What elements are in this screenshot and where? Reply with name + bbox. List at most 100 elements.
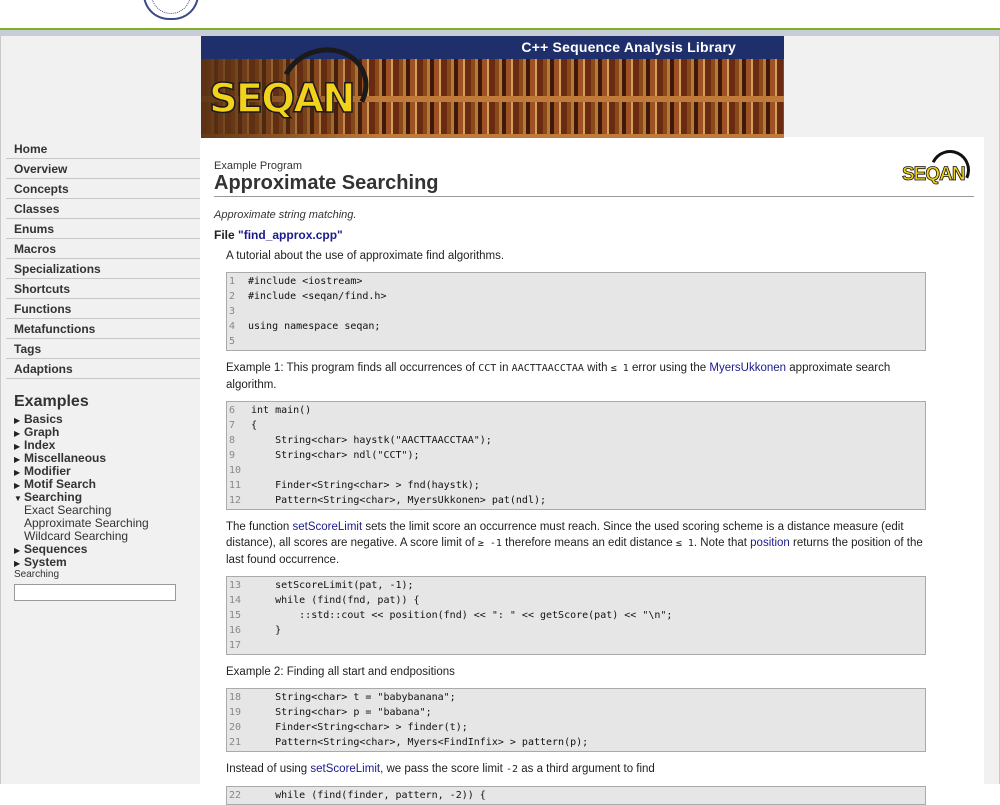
line-number: 19 [229, 707, 242, 718]
sidebar-item-classes[interactable]: Classes [6, 200, 200, 219]
code-text: while (find(fnd, pat)) { [251, 595, 420, 606]
code-block: 1 #include <iostream> 2 #include <seqan/fin… [226, 272, 926, 351]
code-text: Finder<String<char> > finder(t); [251, 722, 468, 733]
example-category-system[interactable]: ▶ System [14, 556, 200, 569]
examples-heading: Examples [14, 393, 89, 410]
sidebar-item-home[interactable]: Home [6, 140, 200, 159]
code-line: 8 String<char> haystk("AACTTAACCTAA"); [227, 433, 925, 448]
example-category-label: Graph [24, 425, 60, 439]
file-link[interactable]: "find_approx.cpp" [238, 228, 343, 242]
example-category-label: Index [24, 438, 56, 452]
line-number: 18 [229, 692, 242, 703]
page-kicker: Example Program [214, 160, 303, 172]
example-category-label: Sequences [24, 542, 88, 556]
example-category-label: Basics [24, 412, 63, 426]
line-number: 2 [229, 291, 236, 302]
code-block: 6 int main() 7{8 String<char> haystk("AACT… [226, 401, 926, 510]
code-block: 18 String<char> t = "babybanana"; 19 Stri… [226, 688, 926, 752]
code-block: 13 setScoreLimit(pat, -1); 14 while (find… [226, 576, 926, 655]
examples-list: ▶ Basics ▶ Graph ▶ Index ▶ Miscellaneous ▶ Modifi… [6, 413, 200, 569]
sidebar-item-concepts[interactable]: Concepts [6, 180, 200, 199]
sidebar-item-specializations[interactable]: Specializations [6, 260, 200, 279]
line-number: 4 [229, 321, 236, 332]
university-seal-icon [143, 0, 199, 20]
example-category-label: Searching [24, 490, 83, 504]
code-line: 12 Pattern<String<char>, MyersUkkonen> p… [227, 493, 925, 508]
sidebar-item-enums[interactable]: Enums [6, 220, 200, 239]
code-line: 11 Finder<String<char> > fnd(haystk); [227, 478, 925, 493]
sidebar-item-overview[interactable]: Overview [6, 160, 200, 179]
position-link[interactable]: position [750, 537, 790, 549]
banner-tagline: C++ Sequence Analysis Library [521, 39, 736, 55]
inline-code: CCT [478, 363, 497, 374]
setscorelimit-link[interactable]: setScoreLimit [292, 521, 362, 533]
code-line: 5 [227, 334, 925, 349]
code-line: 2 #include <seqan/find.h> [227, 289, 925, 304]
banner-title-bar: C++ Sequence Analysis Library [201, 36, 784, 59]
score-limit-text: Instead of using setScoreLimit, we pass … [226, 761, 926, 778]
code-text: String<char> p = "babana"; [251, 707, 432, 718]
code-line: 22 while (find(finder, pattern, -2)) { [227, 788, 925, 803]
code-text: int main() [251, 405, 312, 416]
code-text: #include <iostream> [248, 276, 363, 287]
sidebar-item-adaptions[interactable]: Adaptions [6, 360, 200, 379]
code-line: 16 } [227, 623, 925, 638]
inline-code: AACTTAACCTAA [511, 363, 584, 374]
code-line: 21 Pattern<String<char>, Myers<FindInfix… [227, 735, 925, 750]
sidebar-nav: Home Overview Concepts Classes Enums Macros Sp… [6, 140, 200, 379]
intro-text: A tutorial about the use of approximate … [226, 250, 505, 262]
code-line: 19 String<char> p = "babana"; [227, 705, 925, 720]
code-line: 20 Finder<String<char> > finder(t); [227, 720, 925, 735]
search-input[interactable] [14, 584, 176, 601]
line-number: 8 [229, 435, 236, 446]
line-number: 1 [229, 276, 236, 287]
code-text: String<char> t = "babybanana"; [251, 692, 456, 703]
line-number: 14 [229, 595, 242, 606]
text: Example 1: This program finds all occurr… [226, 362, 479, 374]
text: Instead of using [226, 763, 311, 775]
example-category-label: System [24, 555, 67, 569]
sidebar-item-tags[interactable]: Tags [6, 340, 200, 359]
sidebar-item-metafunctions[interactable]: Metafunctions [6, 320, 200, 339]
line-number: 7 [229, 420, 236, 431]
code-line: 18 String<char> t = "babybanana"; [227, 690, 925, 705]
code-text: Pattern<String<char>, MyersUkkonen> pat(… [251, 495, 547, 506]
text: therefore means an edit distance [501, 537, 676, 549]
inline-code: ≤ 1 [610, 363, 629, 374]
code-line: 1 #include <iostream> [227, 274, 925, 289]
line-number: 13 [229, 580, 242, 591]
text: , we pass the score limit [380, 763, 506, 775]
sidebar-item-shortcuts[interactable]: Shortcuts [6, 280, 200, 299]
inline-code: -2 [505, 764, 519, 775]
code-line: 3 [227, 304, 925, 319]
code-text: setScoreLimit(pat, -1); [251, 580, 414, 591]
example2-text: Example 2: Finding all start and endposi… [226, 666, 455, 678]
sidebar-item-functions[interactable]: Functions [6, 300, 200, 319]
code-line: 15 ::std::cout << position(fnd) << ": " … [227, 608, 925, 623]
text: The function [226, 521, 293, 533]
code-line: 14 while (find(fnd, pat)) { [227, 593, 925, 608]
setscorelimit-link[interactable]: setScoreLimit [310, 763, 380, 775]
myersukkonen-link[interactable]: MyersUkkonen [709, 362, 786, 374]
line-number: 10 [229, 465, 242, 476]
site-banner[interactable]: C++ Sequence Analysis Library SEQAN [201, 36, 784, 138]
text: with [583, 362, 611, 374]
code-line: 7{ [227, 418, 925, 433]
line-number: 12 [229, 495, 242, 506]
line-number: 17 [229, 640, 242, 651]
code-text: { [251, 420, 258, 431]
code-text: #include <seqan/find.h> [248, 291, 387, 302]
inline-code: ≤ 1 [675, 538, 694, 549]
main-content: Example Program Approximate Searching Ap… [214, 160, 974, 805]
code-block: 22 while (find(finder, pattern, -2)) { [226, 786, 926, 805]
text: . Note that [693, 537, 751, 549]
line-number: 20 [229, 722, 242, 733]
inline-code: ≥ -1 [477, 538, 502, 549]
sidebar-item-macros[interactable]: Macros [6, 240, 200, 259]
example-category-label: Modifier [24, 464, 71, 478]
code-text: } [251, 625, 282, 636]
text: in [496, 362, 512, 374]
